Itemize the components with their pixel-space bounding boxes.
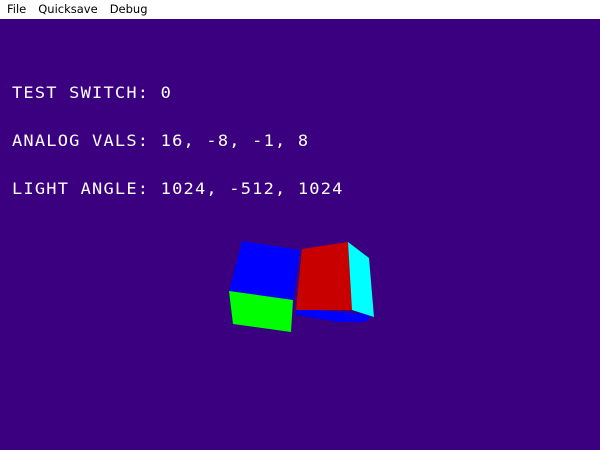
emulator-window: File Quicksave Debug TEST SWITCH: 0 ANAL… — [0, 0, 600, 450]
cube-right-front-face — [296, 242, 352, 310]
cube-left-top-face — [229, 241, 300, 300]
3d-scene — [229, 241, 374, 332]
cube-right — [296, 242, 374, 322]
menu-debug[interactable]: Debug — [104, 0, 154, 19]
menu-quicksave[interactable]: Quicksave — [32, 0, 103, 19]
menu-file[interactable]: File — [0, 0, 32, 19]
menu-bar: File Quicksave Debug — [0, 0, 600, 19]
game-screen[interactable]: TEST SWITCH: 0 ANALOG VALS: 16, -8, -1, … — [0, 19, 600, 450]
cube-left — [229, 241, 300, 332]
cube-right-side-face — [348, 242, 374, 317]
